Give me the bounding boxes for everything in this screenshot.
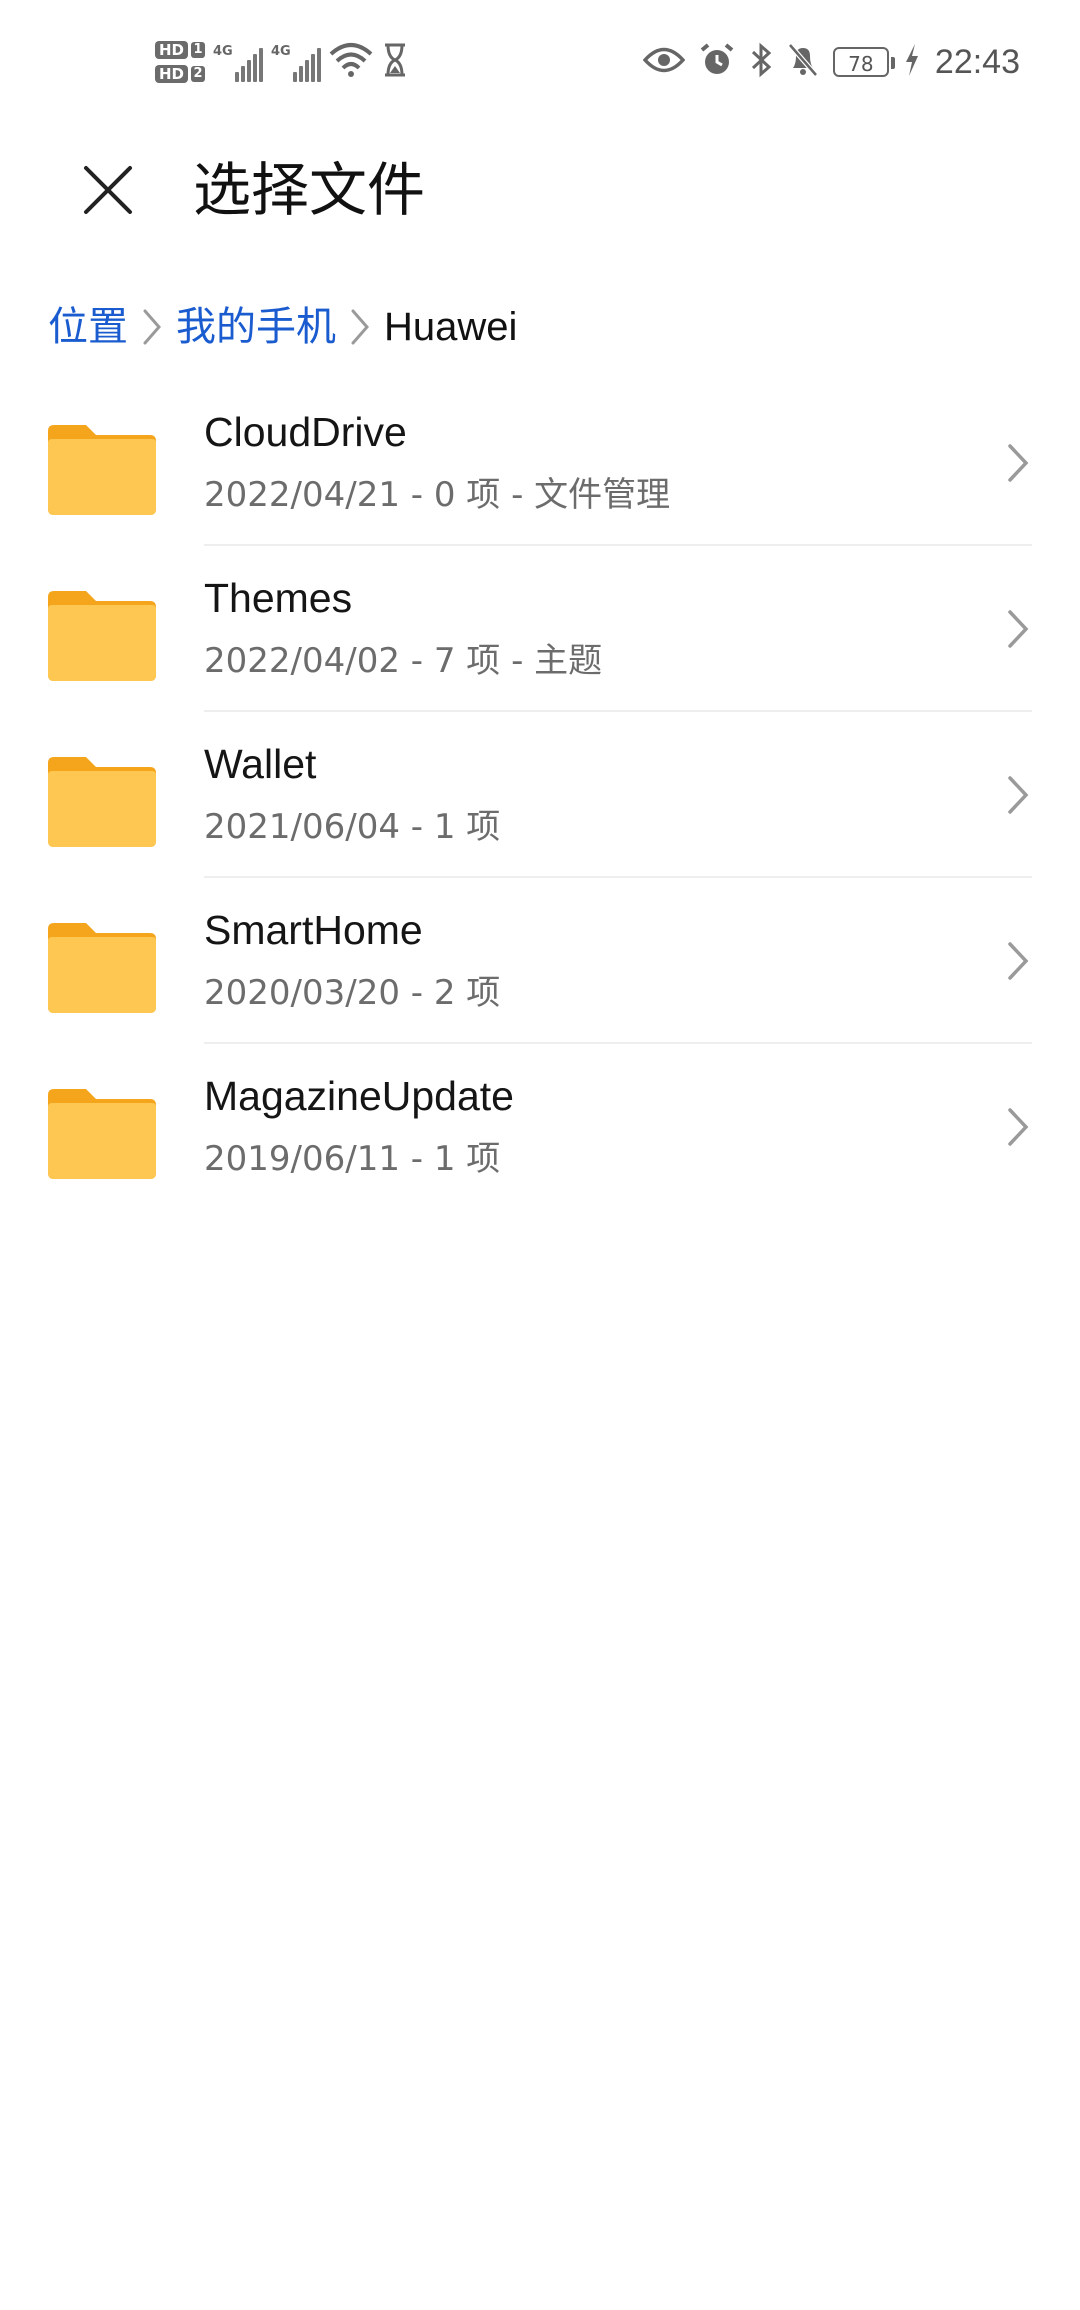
hd-indicators: HD 1 HD 2	[155, 41, 206, 83]
file-meta: 2021/06/04 - 1 项	[204, 807, 501, 847]
folder-icon	[48, 923, 156, 1013]
breadcrumb-location[interactable]: 位置	[48, 297, 128, 357]
close-button[interactable]	[70, 154, 146, 230]
file-name: Themes	[204, 575, 353, 621]
mute-bell-icon	[787, 42, 819, 82]
bluetooth-icon	[749, 42, 773, 82]
breadcrumb: 位置 我的手机 Huawei	[48, 292, 517, 362]
list-item[interactable]: MagazineUpdate 2019/06/11 - 1 项	[0, 1044, 1080, 1210]
sim2-label: 4G	[271, 44, 291, 59]
hourglass-icon	[381, 42, 409, 82]
chevron-right-icon	[132, 297, 172, 357]
file-meta: 2022/04/02 - 7 项 - 主题	[204, 641, 603, 681]
file-list: CloudDrive 2022/04/21 - 0 项 - 文件管理 Theme…	[0, 380, 1080, 1210]
folder-icon	[48, 425, 156, 515]
page-title: 选择文件	[193, 156, 426, 224]
title-bar: 选择文件	[0, 140, 1080, 240]
file-meta: 2020/03/20 - 2 项	[204, 973, 501, 1013]
sim1-signal-icon: 4G	[213, 42, 264, 82]
alarm-icon	[699, 42, 735, 82]
folder-icon	[48, 1089, 156, 1179]
file-name: Wallet	[204, 741, 317, 787]
chevron-right-icon	[996, 770, 1036, 820]
list-item[interactable]: SmartHome 2020/03/20 - 2 项	[0, 878, 1080, 1044]
hd2-indicator: HD 2	[155, 65, 206, 83]
hd1-indicator: HD 1	[155, 41, 206, 59]
file-meta: 2019/06/11 - 1 项	[204, 1139, 501, 1179]
file-name: MagazineUpdate	[204, 1073, 514, 1119]
clock: 22:43	[934, 42, 1020, 81]
chevron-right-icon	[996, 438, 1036, 488]
file-name: CloudDrive	[204, 409, 407, 455]
status-left: HD 1 HD 2 4G 4G	[155, 30, 409, 94]
file-name: SmartHome	[204, 907, 423, 953]
close-icon	[82, 164, 134, 220]
status-bar: HD 1 HD 2 4G 4G 78 22:43	[0, 0, 1080, 120]
list-item[interactable]: Wallet 2021/06/04 - 1 项	[0, 712, 1080, 878]
folder-icon	[48, 757, 156, 847]
hd2-tag: HD	[155, 65, 189, 83]
status-right: 78 22:43	[642, 36, 1020, 88]
sim1-label: 4G	[213, 44, 233, 59]
charging-icon	[903, 42, 921, 82]
screen: HD 1 HD 2 4G 4G 78 22:43 选择文件 位置 我的手机 Hu…	[0, 0, 1080, 2310]
list-item[interactable]: CloudDrive 2022/04/21 - 0 项 - 文件管理	[0, 380, 1080, 546]
sim2-signal-icon: 4G	[271, 42, 322, 82]
eye-icon	[642, 45, 686, 79]
chevron-right-icon	[996, 1102, 1036, 1152]
hd1-num: 1	[191, 42, 206, 58]
battery-icon: 78	[832, 47, 895, 77]
list-item[interactable]: Themes 2022/04/02 - 7 项 - 主题	[0, 546, 1080, 712]
folder-icon	[48, 591, 156, 681]
wifi-icon	[329, 42, 373, 82]
hd2-num: 2	[191, 66, 206, 82]
chevron-right-icon	[996, 936, 1036, 986]
breadcrumb-current: Huawei	[384, 305, 518, 349]
breadcrumb-my-phone[interactable]: 我的手机	[176, 297, 336, 357]
chevron-right-icon	[996, 604, 1036, 654]
file-meta: 2022/04/21 - 0 项 - 文件管理	[204, 475, 671, 515]
chevron-right-icon	[340, 297, 380, 357]
hd1-tag: HD	[155, 41, 189, 59]
